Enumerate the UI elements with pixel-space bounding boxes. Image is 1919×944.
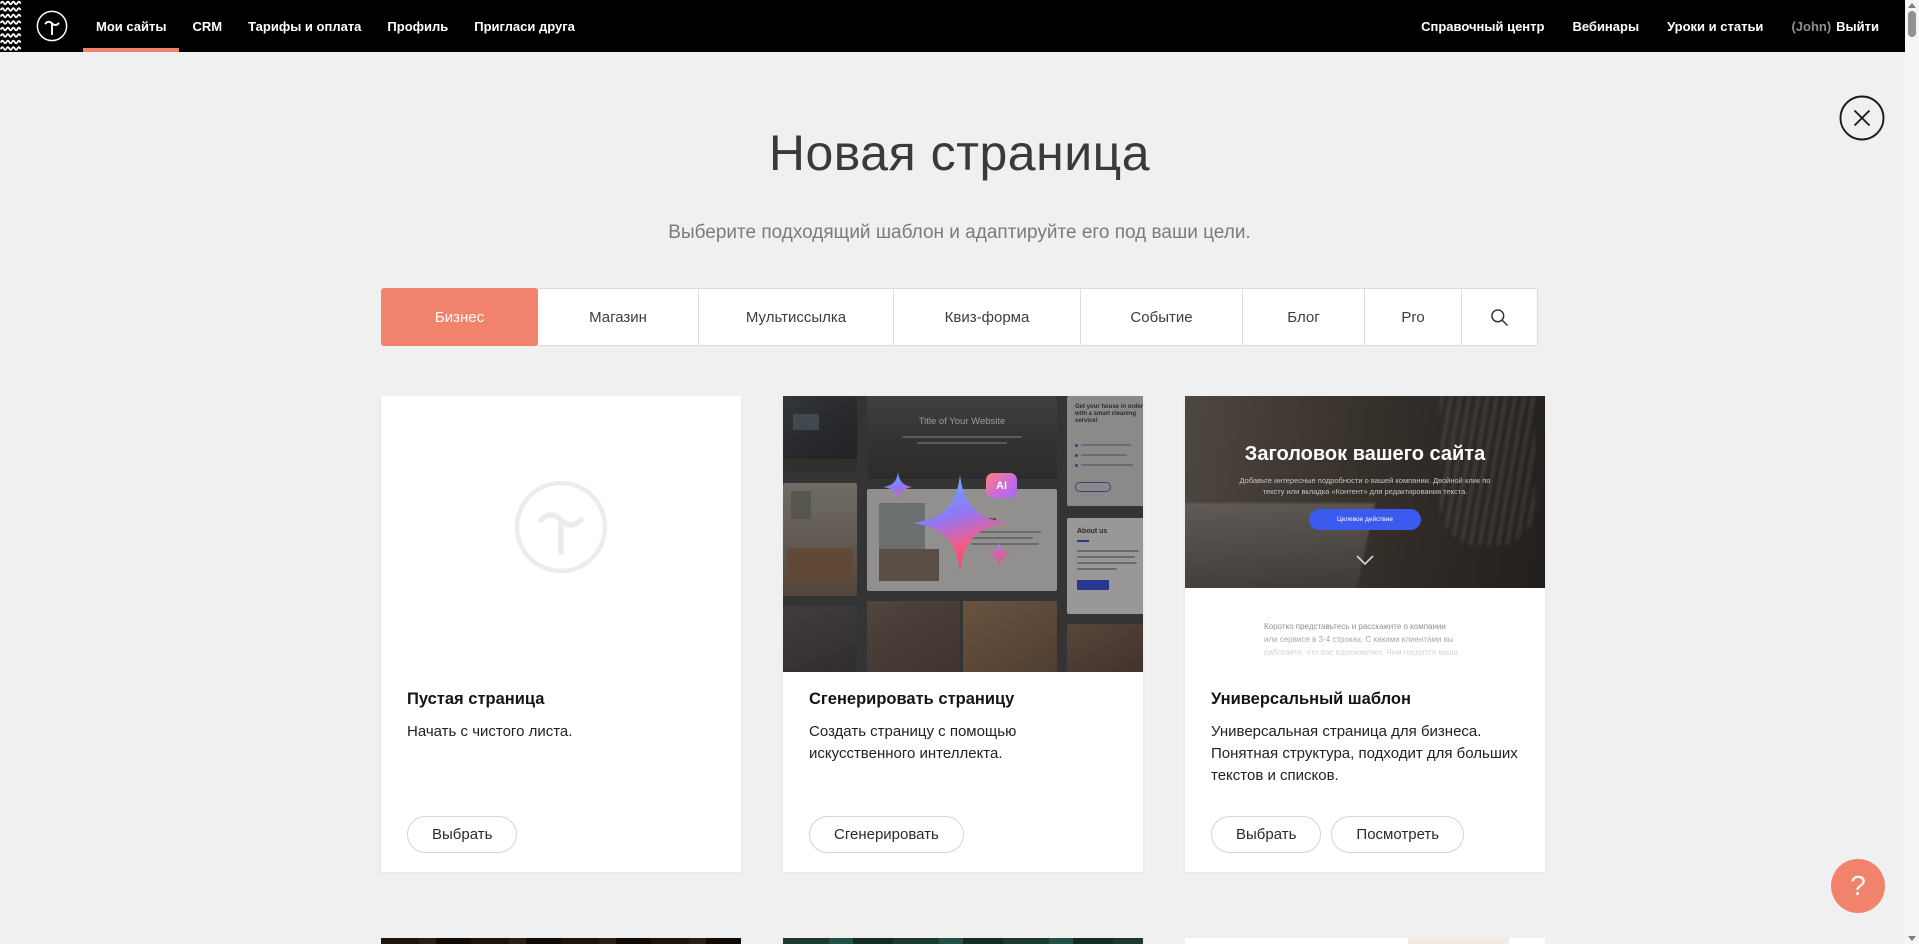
template-preview-thumbnail: Заголовок вашего сайта Добавьте интересн… (1185, 396, 1545, 672)
search-icon (1490, 308, 1509, 327)
card-title: Сгенерировать страницу (809, 690, 1117, 709)
logout-link[interactable]: Выйти (1836, 0, 1879, 52)
ai-badge: AI (986, 473, 1017, 498)
main-nav: Мои сайты CRM Тарифы и оплата Профиль Пр… (96, 0, 575, 52)
card-title: Универсальный шаблон (1211, 690, 1519, 709)
template-hero-title: Заголовок вашего сайта (1185, 443, 1545, 466)
card-description: Универсальная страница для бизнеса. Поня… (1211, 721, 1519, 787)
page-subtitle: Выберите подходящий шаблон и адаптируйте… (0, 222, 1919, 244)
choose-template-button[interactable]: Выбрать (1211, 816, 1321, 853)
new-page-modal: Мои сайты CRM Тарифы и оплата Профиль Пр… (0, 0, 1919, 944)
tab-business[interactable]: Бизнес (381, 288, 538, 346)
nav-item-lessons[interactable]: Уроки и статьи (1667, 0, 1763, 52)
template-fade-overlay (1185, 632, 1545, 672)
nav-item-invite-friend[interactable]: Пригласи друга (474, 0, 575, 52)
next-row-card-3-edge[interactable] (1185, 938, 1545, 944)
next-row-card-1-edge[interactable] (381, 938, 741, 944)
page-title: Новая страница (0, 124, 1919, 182)
sparkle-star-tiny-icon (986, 541, 1012, 567)
tab-multilink[interactable]: Мультиссылка (698, 288, 894, 346)
tilda-logo-icon[interactable] (36, 10, 68, 42)
tab-quiz-form[interactable]: Квиз-форма (893, 288, 1081, 346)
card-title: Пустая страница (407, 690, 715, 709)
next-row-card-2-edge[interactable] (783, 938, 1143, 944)
nav-item-help-center[interactable]: Справочный центр (1421, 0, 1544, 52)
tilda-logo-watermark-icon (514, 480, 608, 574)
chevron-down-icon (1355, 554, 1375, 566)
template-cta-button: Целевое действие (1309, 509, 1421, 530)
scrollbar-thumb[interactable] (1908, 11, 1916, 37)
template-hero-content: Заголовок вашего сайта Добавьте интересн… (1185, 396, 1545, 530)
user-name: (John) (1791, 19, 1831, 34)
wave-pattern-decoration (0, 0, 23, 52)
user-account-area: (John) Выйти (1791, 0, 1879, 52)
generate-button[interactable]: Сгенерировать (809, 816, 964, 853)
card-description: Создать страницу с помощью искусственног… (809, 721, 1117, 765)
top-navigation-bar: Мои сайты CRM Тарифы и оплата Профиль Пр… (0, 0, 1905, 52)
scrollbar-up-arrow-icon[interactable] (1908, 3, 1916, 8)
nav-item-profile[interactable]: Профиль (387, 0, 448, 52)
nav-item-my-sites[interactable]: Мои сайты (96, 0, 166, 52)
tab-blog[interactable]: Блог (1242, 288, 1365, 346)
sparkle-star-small-icon (883, 472, 913, 502)
template-hero-subtitle: Добавьте интересные подробности о вашей … (1229, 475, 1501, 497)
tab-event[interactable]: Событие (1080, 288, 1243, 346)
card-description: Начать с чистого листа. (407, 721, 715, 743)
ai-thumbnail: Title of Your Website Feature Get your h… (783, 396, 1143, 672)
blank-page-thumbnail (381, 396, 741, 672)
template-category-tabs: Бизнес Магазин Мультиссылка Квиз-форма С… (381, 288, 1544, 346)
choose-blank-button[interactable]: Выбрать (407, 816, 517, 853)
secondary-nav: Справочный центр Вебинары Уроки и статьи… (1421, 0, 1879, 52)
scrollbar-down-arrow-icon[interactable] (1908, 936, 1916, 941)
tab-shop[interactable]: Магазин (537, 288, 699, 346)
nav-item-tariffs[interactable]: Тарифы и оплата (248, 0, 361, 52)
nav-item-webinars[interactable]: Вебинары (1572, 0, 1639, 52)
card-ai-generate: Title of Your Website Feature Get your h… (783, 396, 1143, 872)
card-universal-template: Заголовок вашего сайта Добавьте интересн… (1185, 396, 1545, 872)
nav-item-crm[interactable]: CRM (192, 0, 222, 52)
view-template-button[interactable]: Посмотреть (1331, 816, 1464, 853)
tab-search[interactable] (1461, 288, 1538, 346)
tab-pro[interactable]: Pro (1364, 288, 1462, 346)
card-blank-page: Пустая страница Начать с чистого листа. … (381, 396, 741, 872)
help-button[interactable]: ? (1831, 859, 1885, 913)
